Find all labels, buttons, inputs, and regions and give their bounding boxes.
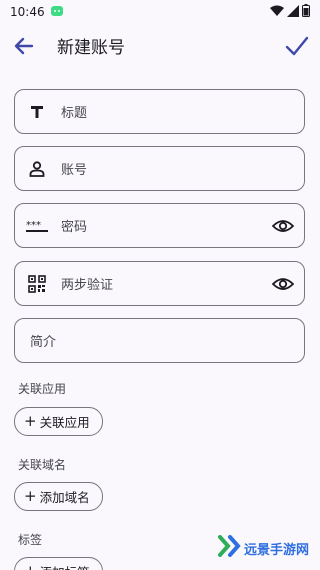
title-icon (26, 101, 48, 123)
linked-domain-section-label: 关联域名 (18, 458, 67, 472)
add-domain-button-label: 添加域名 (39, 490, 90, 505)
two-factor-field[interactable]: 两步验证 (14, 261, 305, 306)
person-icon (26, 158, 48, 180)
wifi-icon (270, 5, 284, 20)
linked-app-section-label: 关联应用 (18, 382, 67, 396)
title-field[interactable]: 标题 (14, 89, 305, 134)
watermark-logo-icon (218, 535, 242, 561)
tags-section-label: 标签 (18, 533, 43, 547)
app-bar: 新建账号 (0, 26, 320, 66)
battery-icon (302, 4, 310, 20)
account-field[interactable]: 账号 (14, 146, 305, 191)
intro-field-label: 简介 (30, 335, 57, 350)
plus-icon: + (24, 487, 37, 505)
android-notification-icon (50, 5, 63, 20)
add-tag-button-label: 添加标签 (40, 562, 90, 570)
visibility-eye-icon[interactable] (271, 216, 295, 236)
signal-icon (287, 4, 299, 20)
visibility-eye-icon[interactable] (271, 274, 295, 294)
account-field-label: 账号 (61, 163, 88, 178)
two-factor-field-label: 两步验证 (61, 278, 114, 293)
add-domain-button[interactable]: + 添加域名 (14, 482, 103, 511)
status-bar: 10:46 (0, 0, 320, 24)
password-field-label: 密码 (61, 220, 88, 235)
back-arrow-icon[interactable] (12, 34, 36, 58)
title-field-label: 标题 (61, 106, 88, 121)
plus-icon: + (24, 564, 37, 570)
linked-app-button[interactable]: + 关联应用 (14, 407, 103, 436)
qr-code-icon (26, 273, 48, 295)
plus-icon: + (24, 412, 37, 430)
intro-field[interactable]: 简介 (14, 318, 305, 363)
status-time: 10:46 (10, 5, 45, 19)
page-title: 新建账号 (57, 38, 125, 58)
svg-text:***: *** (26, 220, 41, 231)
watermark: 远景手游网 (218, 528, 318, 568)
confirm-check-icon[interactable] (284, 34, 310, 58)
add-tag-button[interactable]: + 添加标签 (14, 557, 103, 570)
watermark-text: 远景手游网 (244, 542, 310, 558)
linked-app-button-label: 关联应用 (39, 415, 90, 430)
password-field[interactable]: *** 密码 (14, 203, 305, 248)
password-dots-icon: *** (26, 215, 48, 237)
